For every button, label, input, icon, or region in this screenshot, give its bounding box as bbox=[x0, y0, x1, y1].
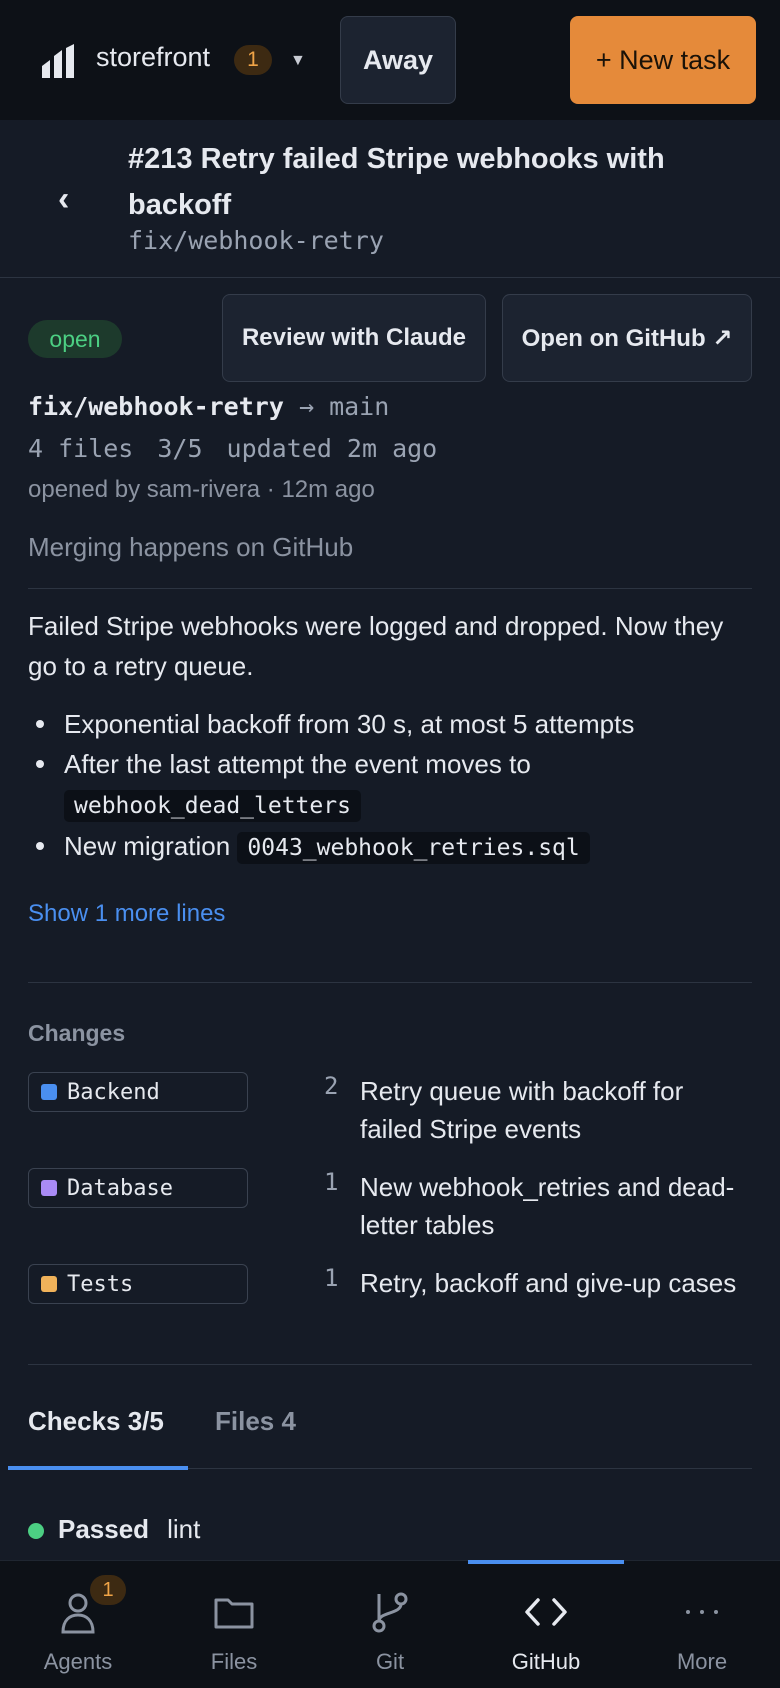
area-chip: Tests bbox=[28, 1264, 248, 1304]
bullet-text: Exponential backoff from 30 s, at most 5… bbox=[64, 709, 635, 739]
bullet-item: New migration 0043_webhook_retries.sql bbox=[28, 826, 752, 868]
agents-badge: 1 bbox=[90, 1575, 126, 1605]
branch-line: fix/webhook-retry → main bbox=[28, 392, 389, 421]
change-count: 2 bbox=[324, 1072, 339, 1100]
files-count: 4 files bbox=[28, 434, 134, 463]
tab-files[interactable]: Files 4 bbox=[215, 1406, 296, 1437]
bullet-text: After the last attempt the event moves t… bbox=[64, 749, 531, 779]
active-nav-indicator bbox=[468, 1560, 624, 1564]
change-count: 1 bbox=[324, 1168, 339, 1196]
divider bbox=[28, 588, 752, 589]
tab-checks[interactable]: Checks 3/5 bbox=[28, 1406, 164, 1437]
nav-label: Files bbox=[210, 1649, 258, 1674]
color-swatch bbox=[41, 1276, 57, 1292]
updated-time: updated 2m ago bbox=[226, 434, 438, 463]
area-chip: Backend bbox=[28, 1072, 248, 1112]
more-icon bbox=[672, 1589, 732, 1635]
nav-git[interactable]: Git bbox=[312, 1561, 468, 1688]
show-more-link[interactable]: Show 1 more lines bbox=[28, 900, 225, 928]
nav-agents[interactable]: 1 Agents bbox=[0, 1561, 156, 1688]
area-chip: Database bbox=[28, 1168, 248, 1208]
color-swatch bbox=[41, 1180, 57, 1196]
away-button[interactable]: Away bbox=[340, 16, 456, 104]
check-status: Passed bbox=[58, 1514, 150, 1544]
bullet-item: After the last attempt the event moves t… bbox=[28, 744, 752, 826]
area-label: Database bbox=[67, 1175, 173, 1201]
new-task-button[interactable]: + New task bbox=[570, 16, 756, 104]
code-brackets-icon bbox=[516, 1589, 576, 1635]
changes-heading: Changes bbox=[28, 1020, 126, 1046]
workspace-name[interactable]: storefront bbox=[96, 42, 210, 73]
area-label: Backend bbox=[67, 1079, 160, 1105]
code-snippet: webhook_dead_letters bbox=[64, 790, 361, 822]
nav-label: Agents bbox=[43, 1649, 113, 1674]
pr-title: #213 Retry failed Stripe webhooks with b… bbox=[128, 143, 665, 221]
source-branch: fix/webhook-retry bbox=[28, 392, 284, 421]
nav-label: More bbox=[676, 1649, 728, 1674]
folder-icon bbox=[204, 1589, 264, 1635]
color-swatch bbox=[41, 1084, 57, 1100]
chevron-down-icon[interactable]: ▼ bbox=[290, 52, 306, 70]
change-description: Retry queue with backoff for failed Stri… bbox=[360, 1076, 684, 1144]
change-description: New webhook_retries and dead-letter tabl… bbox=[360, 1172, 735, 1240]
checks-count: 3/5 bbox=[157, 434, 203, 463]
status-badge: open bbox=[28, 320, 122, 358]
active-tab-indicator bbox=[8, 1466, 188, 1470]
description-bullets: Exponential backoff from 30 s, at most 5… bbox=[28, 704, 752, 868]
merge-note: Merging happens on GitHub bbox=[28, 532, 354, 562]
review-with-claude-button[interactable]: Review with Claude bbox=[222, 294, 486, 382]
status-dot-icon bbox=[28, 1523, 44, 1540]
divider bbox=[28, 1364, 752, 1365]
code-snippet: 0043_webhook_retries.sql bbox=[237, 832, 590, 864]
change-description: Retry, backoff and give-up cases bbox=[360, 1268, 737, 1298]
nav-label: GitHub bbox=[511, 1649, 581, 1674]
change-count: 1 bbox=[324, 1264, 339, 1292]
git-branch-icon bbox=[360, 1589, 420, 1635]
bullet-item: Exponential backoff from 30 s, at most 5… bbox=[28, 704, 752, 744]
pr-description: Failed Stripe webhooks were logged and d… bbox=[28, 611, 724, 681]
check-row[interactable]: Passed lint bbox=[28, 1514, 200, 1545]
signal-bars-icon bbox=[42, 44, 74, 78]
opened-by: opened by sam-rivera · 12m ago bbox=[28, 476, 375, 503]
workspace-badge: 1 bbox=[234, 45, 272, 75]
open-on-github-button[interactable]: Open on GitHub ↗ bbox=[502, 294, 752, 382]
bullet-text: New migration bbox=[64, 831, 231, 861]
arrow-right-icon: → bbox=[298, 392, 314, 421]
nav-files[interactable]: Files bbox=[156, 1561, 312, 1688]
top-bar: storefront 1 ▼ Away + New task bbox=[0, 0, 780, 120]
pr-branch: fix/webhook-retry bbox=[128, 226, 384, 255]
pr-meta: 4 files 3/5 updated 2m ago bbox=[28, 434, 461, 463]
area-label: Tests bbox=[67, 1271, 134, 1297]
target-branch: main bbox=[329, 392, 390, 421]
pr-header: ‹ #213 Retry failed Stripe webhooks with… bbox=[0, 120, 780, 278]
bottom-nav: 1 Agents Files Git GitHub More bbox=[0, 1560, 780, 1688]
nav-github[interactable]: GitHub bbox=[468, 1561, 624, 1688]
divider bbox=[28, 982, 752, 983]
check-name: lint bbox=[167, 1514, 201, 1544]
back-chevron-icon[interactable]: ‹ bbox=[58, 180, 69, 219]
nav-label: Git bbox=[375, 1649, 405, 1674]
nav-more[interactable]: More bbox=[624, 1561, 780, 1688]
